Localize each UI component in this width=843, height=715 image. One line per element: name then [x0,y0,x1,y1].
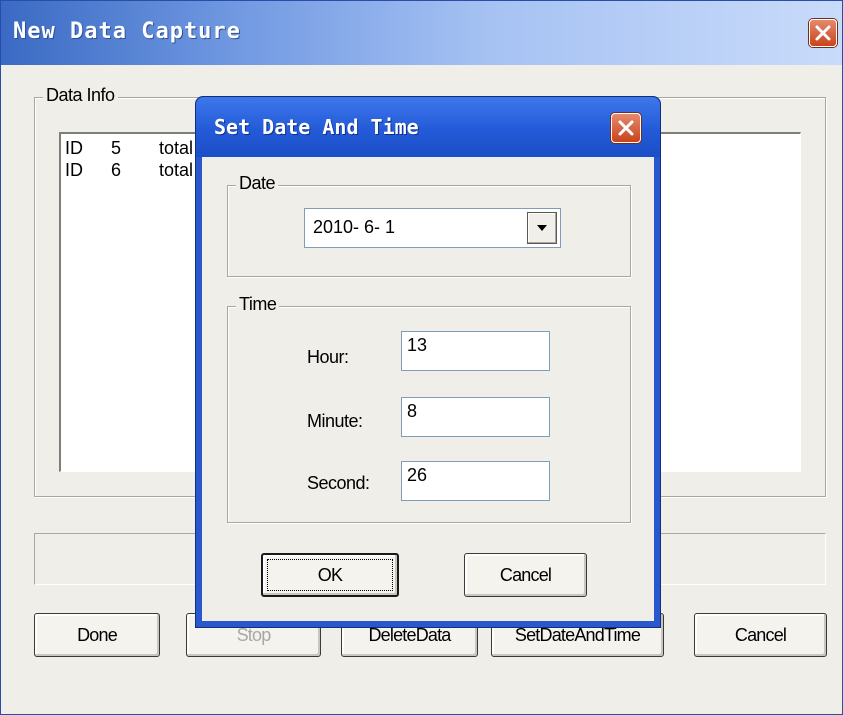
hour-input[interactable] [401,331,550,371]
list-item-id-value: 6 [111,160,122,180]
date-picker[interactable]: 2010- 6- 1 [304,208,561,248]
list-item-id-value: 5 [111,138,122,158]
data-info-label: Data Info [43,85,118,106]
hour-label: Hour: [307,347,349,367]
list-item-total: total [159,138,194,158]
dialog-titlebar[interactable]: Set Date And Time [196,97,660,157]
dialog-client-area: Date 2010- 6- 1 Time Hour: Minute: Secon… [202,157,654,621]
second-label: Second: [307,473,370,493]
time-group: Time Hour: Minute: Second: [227,294,631,523]
done-button[interactable]: Done [34,613,160,657]
list-item-id-label: ID [65,160,83,180]
minute-label: Minute: [307,411,363,431]
close-icon [618,120,634,136]
dialog-cancel-button[interactable]: Cancel [464,553,587,597]
date-group-label: Date [236,173,279,194]
ok-button[interactable]: OK [261,553,399,597]
set-date-time-dialog: Set Date And Time Date 2010- 6- 1 Time H… [195,96,661,628]
list-item-id-label: ID [65,138,83,158]
date-value: 2010- 6- 1 [313,217,396,237]
second-input[interactable] [401,461,550,501]
dialog-close-button[interactable] [611,113,641,143]
list-item-total: total [159,160,194,180]
date-group: Date 2010- 6- 1 [227,173,631,277]
ok-button-label: OK [317,564,343,585]
main-window-title: New Data Capture [13,19,241,44]
chevron-down-icon [537,225,547,231]
main-titlebar[interactable]: New Data Capture [1,1,842,65]
minute-input[interactable] [401,397,550,437]
close-icon [815,25,831,41]
date-dropdown-button[interactable] [527,212,557,244]
main-close-button[interactable] [809,19,837,47]
cancel-button[interactable]: Cancel [694,613,827,657]
time-group-label: Time [236,294,280,315]
dialog-title: Set Date And Time [214,115,419,139]
